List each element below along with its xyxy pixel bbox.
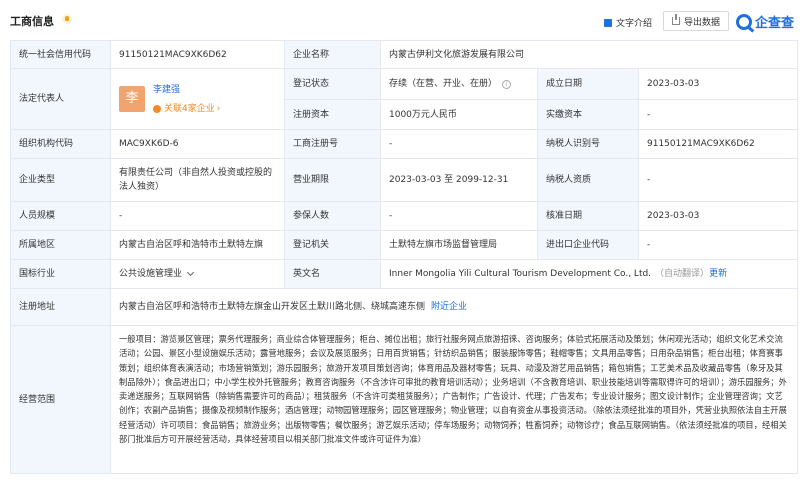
english-name-value: Inner Mongolia Yili Cultural Tourism Dev… — [389, 269, 652, 279]
ie-code-value: - — [638, 230, 798, 260]
approval-date-value: 2023-03-03 — [638, 201, 798, 231]
insured-label: 参保人数 — [284, 201, 381, 231]
logo-icon — [736, 13, 752, 30]
update-link[interactable]: 更新 — [709, 267, 727, 281]
avatar: 李 — [119, 86, 145, 112]
tax-id-value: 91150121MAC9XK6D62 — [638, 129, 798, 159]
taxpayer-qual-value: - — [638, 158, 798, 202]
est-date-label: 成立日期 — [537, 68, 639, 100]
company-name-value: 内蒙古伊利文化旅游发展有限公司 — [380, 40, 798, 69]
text-intro-label: 文字介绍 — [616, 19, 653, 29]
export-data-button[interactable]: 导出数据 — [663, 11, 729, 31]
reg-authority-label: 登记机关 — [284, 230, 381, 260]
section-header: 工商信息 文字介绍 导出数据 企查查 — [0, 0, 806, 36]
region-value: 内蒙古自治区呼和浩特市土默特左旗 — [110, 230, 285, 260]
auto-translate-note: （自动翻译） — [655, 269, 710, 279]
credit-code-value: 91150121MAC9XK6D62 — [110, 40, 285, 69]
scope-cell: 一般项目：游览景区管理；票务代理服务；商业综合体管理服务；柜台、摊位出租；旅行社… — [110, 325, 798, 474]
credit-code-label: 统一社会信用代码 — [10, 40, 111, 69]
brand-logo: 企查查 — [736, 12, 794, 31]
related-companies-text: 关联4家企业 — [164, 103, 215, 114]
chevron-down-icon — [186, 268, 195, 277]
reg-authority-value: 土默特左旗市场监督管理局 — [380, 230, 538, 260]
logo-text: 企查查 — [755, 16, 795, 31]
section-title: 工商信息 — [10, 15, 54, 28]
address-label: 注册地址 — [10, 288, 111, 326]
english-name-cell: Inner Mongolia Yili Cultural Tourism Dev… — [380, 259, 798, 289]
biz-reg-no-label: 工商注册号 — [284, 129, 381, 159]
reg-status-cell: 存续（在营、开业、在册） i — [380, 68, 538, 100]
paid-capital-label: 实缴资本 — [537, 99, 639, 130]
staff-size-value: - — [110, 201, 285, 231]
reg-capital-value: 1000万元人民币 — [380, 99, 538, 130]
export-label: 导出数据 — [683, 17, 720, 28]
address-cell: 内蒙古自治区呼和浩特市土默特左旗金山开发区土默川路北侧、绕城高速东侧 附近企业 — [110, 288, 798, 326]
company-name-label: 企业名称 — [284, 40, 381, 69]
approval-date-label: 核准日期 — [537, 201, 639, 231]
chevron-right-icon: › — [216, 103, 221, 114]
info-icon[interactable]: i — [502, 79, 512, 89]
reg-status-label: 登记状态 — [284, 68, 381, 100]
address-value: 内蒙古自治区呼和浩特市土默特左旗金山开发区土默川路北侧、绕城高速东侧 — [119, 302, 426, 312]
region-label: 所属地区 — [10, 230, 111, 260]
industry-cell[interactable]: 公共设施管理业 — [110, 259, 285, 289]
english-name-label: 英文名 — [284, 259, 381, 289]
biz-reg-no-value: - — [380, 129, 538, 159]
scope-value: 一般项目：游览景区管理；票务代理服务；商业综合体管理服务；柜台、摊位出租；旅行社… — [119, 334, 787, 445]
tax-id-label: 纳税人识别号 — [537, 129, 639, 159]
industry-label: 国标行业 — [10, 259, 111, 289]
legal-rep-cell: 李 李建强 关联4家企业 › — [110, 68, 285, 130]
export-icon — [671, 14, 680, 25]
reg-capital-label: 注册资本 — [284, 99, 381, 130]
staff-size-label: 人员规模 — [10, 201, 111, 231]
legal-rep-name-link[interactable]: 李建强 — [153, 83, 220, 97]
ie-code-label: 进出口企业代码 — [537, 230, 639, 260]
nearby-companies-link[interactable]: 附近企业 — [431, 300, 467, 314]
industry-value: 公共设施管理业 — [119, 269, 183, 279]
org-code-label: 组织机构代码 — [10, 129, 111, 159]
biz-term-label: 营业期限 — [284, 158, 381, 202]
legal-rep-label: 法定代表人 — [10, 68, 111, 130]
paid-capital-value: - — [638, 99, 798, 130]
company-type-value: 有限责任公司（非自然人投资或控股的法人独资） — [110, 158, 285, 202]
related-icon — [153, 104, 161, 113]
related-companies-link[interactable]: 关联4家企业 › — [153, 102, 220, 116]
badge-icon — [62, 14, 72, 24]
company-type-label: 企业类型 — [10, 158, 111, 202]
org-code-value: MAC9XK6D-6 — [110, 129, 285, 159]
document-icon — [604, 18, 612, 27]
reg-status-value: 存续（在营、开业、在册） — [389, 79, 498, 89]
insured-value: - — [380, 201, 538, 231]
text-intro-button[interactable]: 文字介绍 — [604, 16, 652, 29]
scope-label: 经营范围 — [10, 325, 111, 474]
biz-term-value: 2023-03-03 至 2099-12-31 — [380, 158, 538, 202]
taxpayer-qual-label: 纳税人资质 — [537, 158, 639, 202]
est-date-value: 2023-03-03 — [638, 68, 798, 100]
